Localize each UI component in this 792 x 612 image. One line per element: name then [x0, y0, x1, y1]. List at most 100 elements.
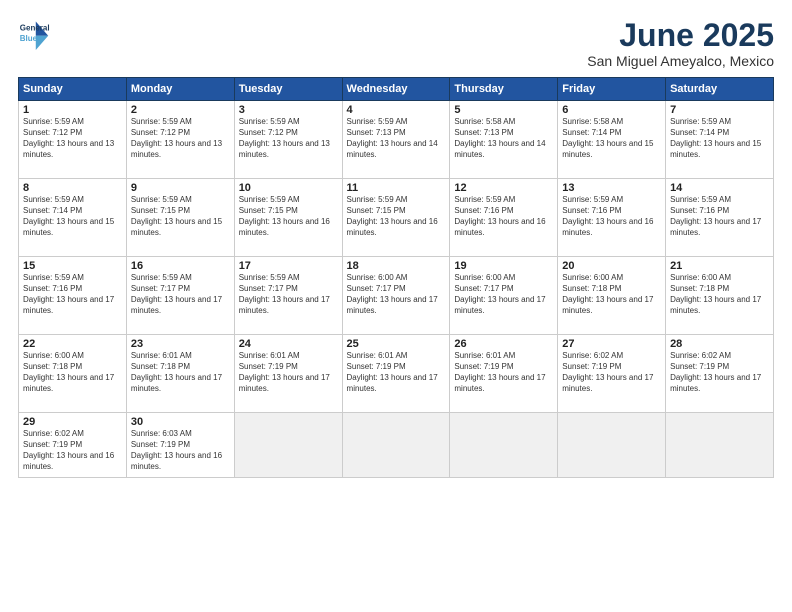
calendar-cell: 28Sunrise: 6:02 AMSunset: 7:19 PMDayligh… [666, 335, 774, 413]
logo-icon: General Blue [18, 18, 50, 50]
calendar-week-row: 8Sunrise: 5:59 AMSunset: 7:14 PMDaylight… [19, 179, 774, 257]
day-number: 12 [454, 182, 553, 194]
cell-info: Sunrise: 5:59 AMSunset: 7:14 PMDaylight:… [670, 117, 769, 160]
month-title: June 2025 [587, 18, 774, 53]
weekday-header: Monday [126, 78, 234, 101]
calendar-cell: 5Sunrise: 5:58 AMSunset: 7:13 PMDaylight… [450, 101, 558, 179]
day-number: 23 [131, 338, 230, 350]
cell-info: Sunrise: 5:59 AMSunset: 7:12 PMDaylight:… [23, 117, 122, 160]
calendar-cell: 4Sunrise: 5:59 AMSunset: 7:13 PMDaylight… [342, 101, 450, 179]
cell-info: Sunrise: 5:58 AMSunset: 7:14 PMDaylight:… [562, 117, 661, 160]
day-number: 11 [347, 182, 446, 194]
cell-info: Sunrise: 5:59 AMSunset: 7:16 PMDaylight:… [562, 195, 661, 238]
day-number: 1 [23, 104, 122, 116]
cell-info: Sunrise: 6:02 AMSunset: 7:19 PMDaylight:… [23, 429, 122, 472]
cell-info: Sunrise: 5:59 AMSunset: 7:15 PMDaylight:… [239, 195, 338, 238]
calendar-week-row: 15Sunrise: 5:59 AMSunset: 7:16 PMDayligh… [19, 257, 774, 335]
calendar-cell: 11Sunrise: 5:59 AMSunset: 7:15 PMDayligh… [342, 179, 450, 257]
cell-info: Sunrise: 5:59 AMSunset: 7:17 PMDaylight:… [131, 273, 230, 316]
cell-info: Sunrise: 6:00 AMSunset: 7:17 PMDaylight:… [347, 273, 446, 316]
weekday-header-row: SundayMondayTuesdayWednesdayThursdayFrid… [19, 78, 774, 101]
day-number: 30 [131, 416, 230, 428]
cell-info: Sunrise: 5:59 AMSunset: 7:12 PMDaylight:… [239, 117, 338, 160]
cell-info: Sunrise: 5:59 AMSunset: 7:16 PMDaylight:… [670, 195, 769, 238]
cell-info: Sunrise: 6:01 AMSunset: 7:19 PMDaylight:… [347, 351, 446, 394]
weekday-header: Wednesday [342, 78, 450, 101]
title-block: June 2025 San Miguel Ameyalco, Mexico [587, 18, 774, 69]
day-number: 6 [562, 104, 661, 116]
calendar-cell: 25Sunrise: 6:01 AMSunset: 7:19 PMDayligh… [342, 335, 450, 413]
calendar-cell [342, 413, 450, 478]
day-number: 2 [131, 104, 230, 116]
cell-info: Sunrise: 5:59 AMSunset: 7:17 PMDaylight:… [239, 273, 338, 316]
svg-text:General: General [20, 23, 50, 32]
day-number: 19 [454, 260, 553, 272]
cell-info: Sunrise: 5:59 AMSunset: 7:16 PMDaylight:… [23, 273, 122, 316]
subtitle: San Miguel Ameyalco, Mexico [587, 53, 774, 69]
weekday-header: Friday [558, 78, 666, 101]
calendar-cell: 6Sunrise: 5:58 AMSunset: 7:14 PMDaylight… [558, 101, 666, 179]
cell-info: Sunrise: 5:59 AMSunset: 7:15 PMDaylight:… [347, 195, 446, 238]
cell-info: Sunrise: 6:00 AMSunset: 7:18 PMDaylight:… [23, 351, 122, 394]
calendar-week-row: 29Sunrise: 6:02 AMSunset: 7:19 PMDayligh… [19, 413, 774, 478]
cell-info: Sunrise: 5:59 AMSunset: 7:16 PMDaylight:… [454, 195, 553, 238]
day-number: 22 [23, 338, 122, 350]
day-number: 13 [562, 182, 661, 194]
calendar-cell: 15Sunrise: 5:59 AMSunset: 7:16 PMDayligh… [19, 257, 127, 335]
calendar-cell: 9Sunrise: 5:59 AMSunset: 7:15 PMDaylight… [126, 179, 234, 257]
day-number: 10 [239, 182, 338, 194]
day-number: 5 [454, 104, 553, 116]
calendar-cell: 17Sunrise: 5:59 AMSunset: 7:17 PMDayligh… [234, 257, 342, 335]
day-number: 20 [562, 260, 661, 272]
day-number: 9 [131, 182, 230, 194]
cell-info: Sunrise: 5:59 AMSunset: 7:14 PMDaylight:… [23, 195, 122, 238]
day-number: 7 [670, 104, 769, 116]
calendar-cell: 18Sunrise: 6:00 AMSunset: 7:17 PMDayligh… [342, 257, 450, 335]
cell-info: Sunrise: 6:02 AMSunset: 7:19 PMDaylight:… [562, 351, 661, 394]
day-number: 26 [454, 338, 553, 350]
day-number: 14 [670, 182, 769, 194]
header: General Blue June 2025 San Miguel Ameyal… [18, 18, 774, 69]
day-number: 18 [347, 260, 446, 272]
calendar-cell: 19Sunrise: 6:00 AMSunset: 7:17 PMDayligh… [450, 257, 558, 335]
calendar-cell: 1Sunrise: 5:59 AMSunset: 7:12 PMDaylight… [19, 101, 127, 179]
weekday-header: Saturday [666, 78, 774, 101]
day-number: 3 [239, 104, 338, 116]
day-number: 28 [670, 338, 769, 350]
cell-info: Sunrise: 5:59 AMSunset: 7:13 PMDaylight:… [347, 117, 446, 160]
day-number: 21 [670, 260, 769, 272]
svg-text:Blue: Blue [20, 34, 38, 43]
calendar-cell: 23Sunrise: 6:01 AMSunset: 7:18 PMDayligh… [126, 335, 234, 413]
calendar-cell: 24Sunrise: 6:01 AMSunset: 7:19 PMDayligh… [234, 335, 342, 413]
weekday-header: Sunday [19, 78, 127, 101]
calendar-cell: 21Sunrise: 6:00 AMSunset: 7:18 PMDayligh… [666, 257, 774, 335]
cell-info: Sunrise: 6:03 AMSunset: 7:19 PMDaylight:… [131, 429, 230, 472]
cell-info: Sunrise: 6:01 AMSunset: 7:19 PMDaylight:… [239, 351, 338, 394]
calendar: SundayMondayTuesdayWednesdayThursdayFrid… [18, 77, 774, 478]
calendar-cell [558, 413, 666, 478]
calendar-cell: 16Sunrise: 5:59 AMSunset: 7:17 PMDayligh… [126, 257, 234, 335]
calendar-cell: 29Sunrise: 6:02 AMSunset: 7:19 PMDayligh… [19, 413, 127, 478]
cell-info: Sunrise: 6:02 AMSunset: 7:19 PMDaylight:… [670, 351, 769, 394]
day-number: 24 [239, 338, 338, 350]
cell-info: Sunrise: 6:00 AMSunset: 7:17 PMDaylight:… [454, 273, 553, 316]
cell-info: Sunrise: 6:00 AMSunset: 7:18 PMDaylight:… [670, 273, 769, 316]
day-number: 15 [23, 260, 122, 272]
cell-info: Sunrise: 5:59 AMSunset: 7:15 PMDaylight:… [131, 195, 230, 238]
calendar-week-row: 1Sunrise: 5:59 AMSunset: 7:12 PMDaylight… [19, 101, 774, 179]
calendar-cell: 14Sunrise: 5:59 AMSunset: 7:16 PMDayligh… [666, 179, 774, 257]
cell-info: Sunrise: 5:58 AMSunset: 7:13 PMDaylight:… [454, 117, 553, 160]
day-number: 4 [347, 104, 446, 116]
cell-info: Sunrise: 5:59 AMSunset: 7:12 PMDaylight:… [131, 117, 230, 160]
weekday-header: Thursday [450, 78, 558, 101]
calendar-cell: 13Sunrise: 5:59 AMSunset: 7:16 PMDayligh… [558, 179, 666, 257]
calendar-cell: 8Sunrise: 5:59 AMSunset: 7:14 PMDaylight… [19, 179, 127, 257]
calendar-cell [666, 413, 774, 478]
logo: General Blue [18, 18, 50, 50]
day-number: 8 [23, 182, 122, 194]
calendar-cell: 27Sunrise: 6:02 AMSunset: 7:19 PMDayligh… [558, 335, 666, 413]
calendar-cell: 20Sunrise: 6:00 AMSunset: 7:18 PMDayligh… [558, 257, 666, 335]
cell-info: Sunrise: 6:01 AMSunset: 7:19 PMDaylight:… [454, 351, 553, 394]
page: General Blue June 2025 San Miguel Ameyal… [0, 0, 792, 612]
cell-info: Sunrise: 6:01 AMSunset: 7:18 PMDaylight:… [131, 351, 230, 394]
